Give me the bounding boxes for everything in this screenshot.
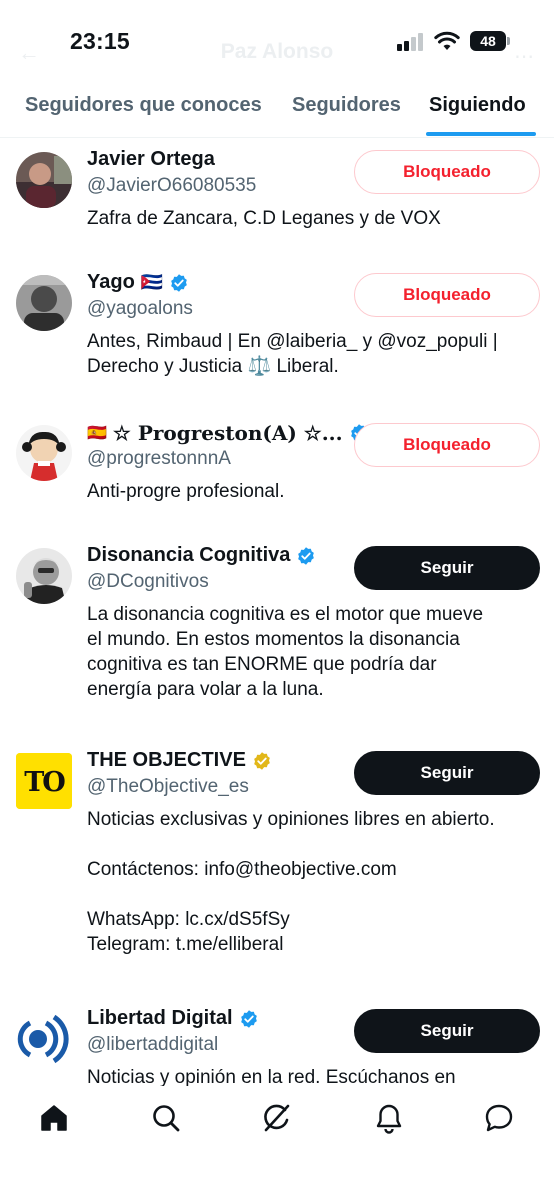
cellular-signal-icon xyxy=(397,33,425,51)
user-bio: Antes, Rimbaud | En @laiberia_ y @voz_po… xyxy=(87,331,498,377)
list-item[interactable]: Libertad Digital @libertaddigital Notici… xyxy=(0,997,554,1086)
cuba-flag-icon: 🇨🇺 xyxy=(140,272,164,292)
tab-followers[interactable]: Seguidores xyxy=(292,94,401,117)
wifi-icon xyxy=(434,31,460,50)
user-name[interactable]: Javier Ortega xyxy=(87,148,215,171)
follow-button[interactable]: Seguir xyxy=(354,546,540,590)
grok-icon[interactable] xyxy=(261,1102,293,1134)
user-name[interactable]: Disonancia Cognitiva xyxy=(87,544,290,567)
verified-badge-icon xyxy=(298,546,315,565)
user-bio: La disonancia cognitiva es el motor que … xyxy=(87,604,484,700)
status-bar: ← Paz Alonso ⋯ 23:15 48 xyxy=(0,0,554,84)
tab-following[interactable]: Siguiendo xyxy=(429,94,526,117)
bottom-navigation xyxy=(0,1086,554,1200)
blocked-button[interactable]: Bloqueado xyxy=(354,423,540,467)
notifications-icon[interactable] xyxy=(373,1102,405,1134)
user-name[interactable]: Libertad Digital xyxy=(87,1007,233,1030)
avatar[interactable] xyxy=(16,275,72,331)
user-handle: @DCognitivos xyxy=(87,571,209,592)
user-handle: @JavierO66080535 xyxy=(87,175,257,196)
user-bio: Noticias exclusivas y opiniones libres e… xyxy=(87,809,495,955)
avatar-text: TO xyxy=(24,767,65,798)
user-bio: Noticias y opinión en la red. Escúchanos… xyxy=(87,1067,456,1086)
more-icon[interactable]: ⋯ xyxy=(514,44,534,69)
avatar[interactable] xyxy=(16,152,72,208)
verified-badge-icon xyxy=(240,1009,257,1028)
avatar[interactable]: TO xyxy=(16,753,72,809)
clock: 23:15 xyxy=(70,28,130,54)
user-bio: Zafra de Zancara, C.D Leganes y de VOX xyxy=(87,208,441,229)
battery-percentage: 48 xyxy=(480,33,496,49)
avatar[interactable] xyxy=(16,548,72,604)
follow-button[interactable]: Seguir xyxy=(354,1009,540,1053)
avatar[interactable] xyxy=(16,1011,72,1067)
active-tab-indicator xyxy=(426,132,536,136)
follow-button[interactable]: Seguir xyxy=(354,751,540,795)
spain-flag-icon: 🇪🇸 xyxy=(87,425,107,442)
battery-icon: 48 xyxy=(470,31,510,51)
list-item[interactable]: Javier Ortega @JavierO66080535 Zafra de … xyxy=(0,138,554,260)
user-name[interactable]: Yago xyxy=(87,271,135,294)
tab-bar: Seguidores que conoces Seguidores Siguie… xyxy=(0,84,554,138)
blocked-button[interactable]: Bloqueado xyxy=(354,150,540,194)
verified-badge-icon xyxy=(171,273,188,292)
user-name[interactable]: ☆ 𝐏𝐫𝐨𝐠𝐫𝐞𝐬𝐭𝐨𝐧(𝐀) ☆... xyxy=(113,421,343,445)
avatar[interactable] xyxy=(16,425,72,481)
user-bio: Anti-progre profesional. xyxy=(87,481,285,502)
home-icon[interactable] xyxy=(38,1102,70,1134)
list-item[interactable]: Yago 🇨🇺 @yagoalons Antes, Rimbaud | En @… xyxy=(0,261,554,411)
blocked-button[interactable]: Bloqueado xyxy=(354,273,540,317)
user-handle: @progrestonnnA xyxy=(87,448,231,469)
user-name[interactable]: THE OBJECTIVE xyxy=(87,749,246,772)
list-item[interactable]: 🇪🇸 ☆ 𝐏𝐫𝐨𝐠𝐫𝐞𝐬𝐭𝐨𝐧(𝐀) ☆... @progrestonnnA A… xyxy=(0,411,554,534)
list-item[interactable]: TO THE OBJECTIVE @TheObjective_es Notici… xyxy=(0,739,554,997)
user-handle: @libertaddigital xyxy=(87,1034,219,1055)
user-handle: @yagoalons xyxy=(87,298,193,319)
list-item[interactable]: Disonancia Cognitiva @DCognitivos La dis… xyxy=(0,534,554,740)
messages-icon[interactable] xyxy=(483,1102,515,1134)
verified-gold-badge-icon xyxy=(254,751,270,770)
user-handle: @TheObjective_es xyxy=(87,776,249,797)
following-list: Javier Ortega @JavierO66080535 Zafra de … xyxy=(0,138,554,1086)
tab-followers-you-know[interactable]: Seguidores que conoces xyxy=(25,94,262,117)
search-icon[interactable] xyxy=(150,1102,182,1134)
